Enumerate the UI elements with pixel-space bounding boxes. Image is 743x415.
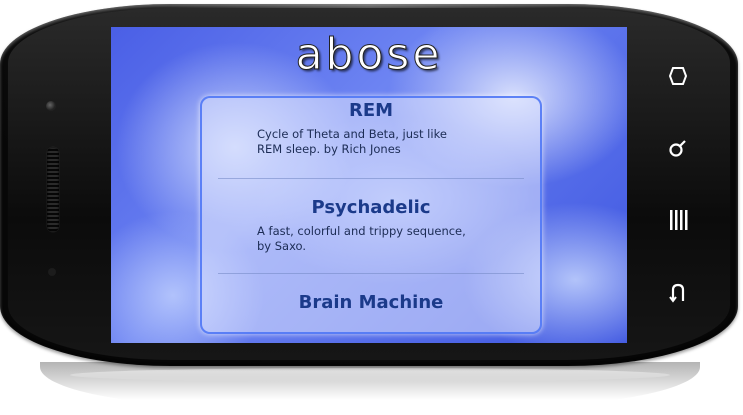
item-title: Psychadelic — [311, 197, 431, 218]
search-icon[interactable] — [658, 137, 698, 167]
sequence-list[interactable]: REM Cycle of Theta and Beta, just like R… — [200, 96, 542, 334]
app-screen: abose REM Cycle of Theta and Beta, just … — [111, 27, 627, 343]
back-icon[interactable] — [658, 282, 698, 312]
device-reflection — [40, 362, 700, 407]
item-title: REM — [348, 100, 394, 121]
proximity-sensor — [48, 268, 56, 276]
soft-keys — [658, 60, 698, 320]
item-description: Cycle of Theta and Beta, just like REM s… — [257, 127, 447, 156]
front-camera — [46, 101, 56, 111]
item-title: Brain Machine — [298, 292, 444, 313]
item-description: A fast, colorful and trippy sequence, by… — [257, 224, 466, 253]
list-item-brain-machine[interactable]: Brain Machine — [202, 274, 540, 313]
speaker-grille — [47, 147, 59, 232]
menu-icon[interactable] — [658, 208, 698, 238]
app-logo: abose — [295, 29, 443, 81]
list-item-psychadelic[interactable]: Psychadelic A fast, colorful and trippy … — [202, 179, 540, 273]
rotate-icon[interactable] — [658, 65, 698, 95]
list-item-rem[interactable]: REM Cycle of Theta and Beta, just like R… — [202, 98, 540, 178]
